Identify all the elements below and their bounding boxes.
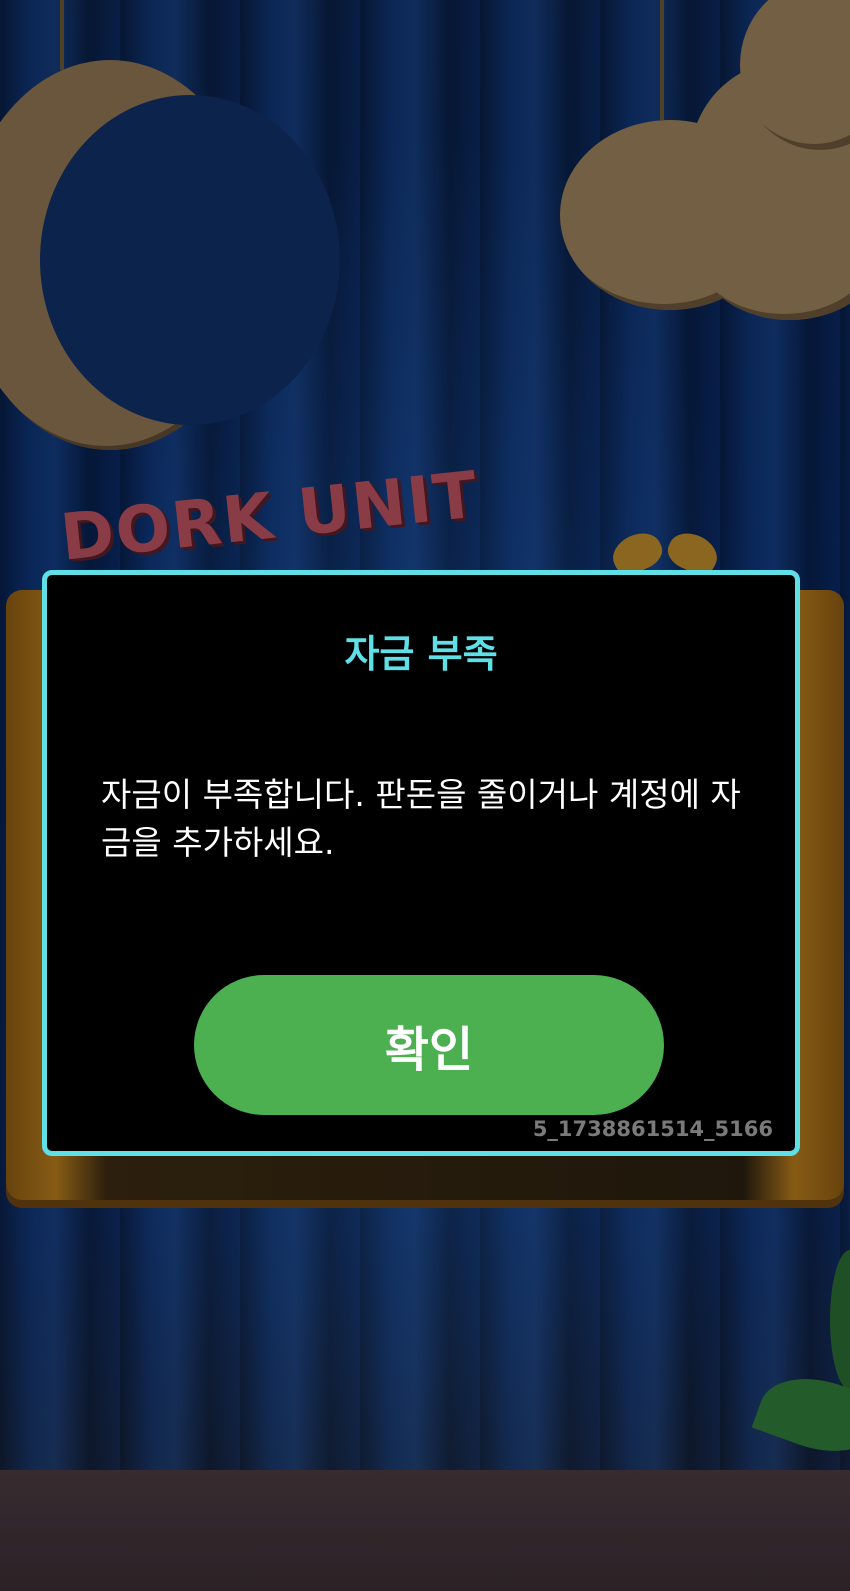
insufficient-funds-dialog: 자금 부족 자금이 부족합니다. 판돈을 줄이거나 계정에 자금을 추가하세요.…	[42, 570, 800, 1156]
dialog-message: 자금이 부족합니다. 판돈을 줄이거나 계정에 자금을 추가하세요.	[101, 775, 741, 862]
dialog-title: 자금 부족	[344, 632, 498, 676]
game-screen: DORK UNIT 자금 부족 자금이 부족합니다. 판돈을 줄이거나 계정에 …	[0, 0, 850, 1591]
session-id: 5_1738861514_5166	[532, 1117, 773, 1141]
confirm-button[interactable]: 확인	[194, 975, 664, 1115]
